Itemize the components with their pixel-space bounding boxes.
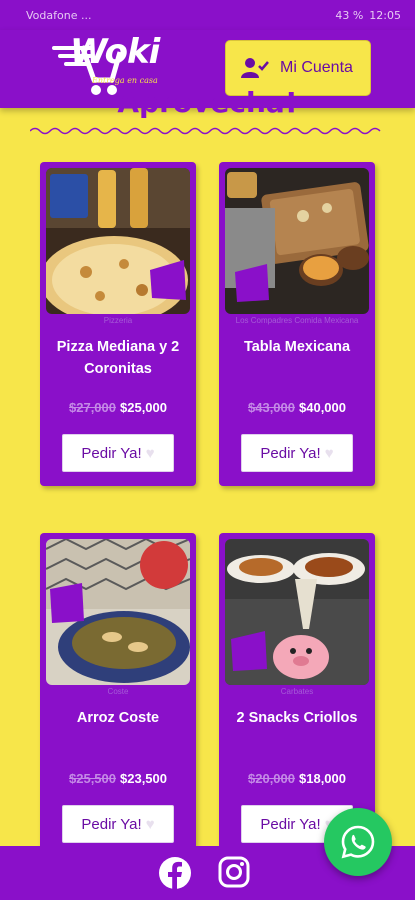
logo-tagline: Entrega en casa (92, 76, 158, 85)
product-card[interactable]: Los Compadres Comida Mexicana Tabla Mexi… (219, 162, 375, 486)
rice-dish-photo (46, 539, 190, 685)
product-title: 2 Snacks Criollos (236, 710, 358, 726)
product-brand: Los Compadres Comida Mexicana (235, 316, 359, 325)
product-image[interactable] (225, 168, 369, 314)
pizza-photo (46, 168, 190, 314)
product-image[interactable] (46, 168, 190, 314)
product-image[interactable] (225, 539, 369, 685)
facebook-icon[interactable] (158, 856, 192, 890)
old-price: $20,000 (248, 771, 295, 786)
current-price: $40,000 (299, 400, 346, 415)
current-price: $18,000 (299, 771, 346, 786)
product-price: $25,500 $23,500 (40, 771, 196, 786)
order-label: Pedir Ya! (260, 815, 321, 833)
whatsapp-button[interactable] (324, 808, 392, 876)
wave-divider (30, 127, 381, 135)
my-account-label: Mi Cuenta (280, 59, 353, 76)
status-bar: Vodafone ... 43 % 12:05 (0, 0, 415, 30)
product-card[interactable]: Pizzeria Pizza Mediana y 2 Coronitas $27… (40, 162, 196, 486)
instagram-icon[interactable] (218, 856, 250, 888)
product-card[interactable]: Coste Arroz Coste $25,500 $23,500 Pedir Y… (40, 533, 196, 857)
product-price: $20,000 $18,000 (219, 771, 375, 786)
current-price: $23,500 (120, 771, 167, 786)
order-button[interactable]: Pedir Ya! ♥ (62, 434, 174, 472)
old-price: $27,000 (69, 400, 116, 415)
product-price: $43,000 $40,000 (219, 400, 375, 415)
order-button[interactable]: Pedir Ya! ♥ (62, 805, 174, 843)
clock: 12:05 (369, 8, 401, 22)
user-check-icon (241, 58, 269, 78)
old-price: $43,000 (248, 400, 295, 415)
order-label: Pedir Ya! (260, 444, 321, 462)
snacks-photo (225, 539, 369, 685)
battery-level: 43 % (335, 8, 364, 22)
order-button[interactable]: Pedir Ya! ♥ (241, 434, 353, 472)
product-title: Pizza Mediana y 2 Coronitas (56, 339, 180, 377)
mexican-platter-photo (225, 168, 369, 314)
heart-icon[interactable]: ♥ (325, 445, 334, 462)
status-icons: 43 % 12:05 (335, 9, 401, 22)
product-image[interactable] (46, 539, 190, 685)
product-brand: Carbates (280, 687, 314, 696)
product-price: $27,000 $25,000 (40, 400, 196, 415)
logo-text: Woki (70, 32, 160, 72)
order-label: Pedir Ya! (81, 815, 142, 833)
product-brand: Pizzeria (103, 316, 133, 325)
product-title: Arroz Coste (76, 710, 160, 726)
page-title: Aprovecha! (117, 86, 298, 119)
old-price: $25,500 (69, 771, 116, 786)
product-brand: Coste (107, 687, 129, 696)
carrier-label: Vodafone ... (26, 8, 92, 22)
order-label: Pedir Ya! (81, 444, 142, 462)
heart-icon[interactable]: ♥ (146, 816, 155, 833)
current-price: $25,000 (120, 400, 167, 415)
heart-icon[interactable]: ♥ (146, 445, 155, 462)
product-title: Tabla Mexicana (243, 339, 351, 355)
whatsapp-icon (341, 825, 375, 859)
